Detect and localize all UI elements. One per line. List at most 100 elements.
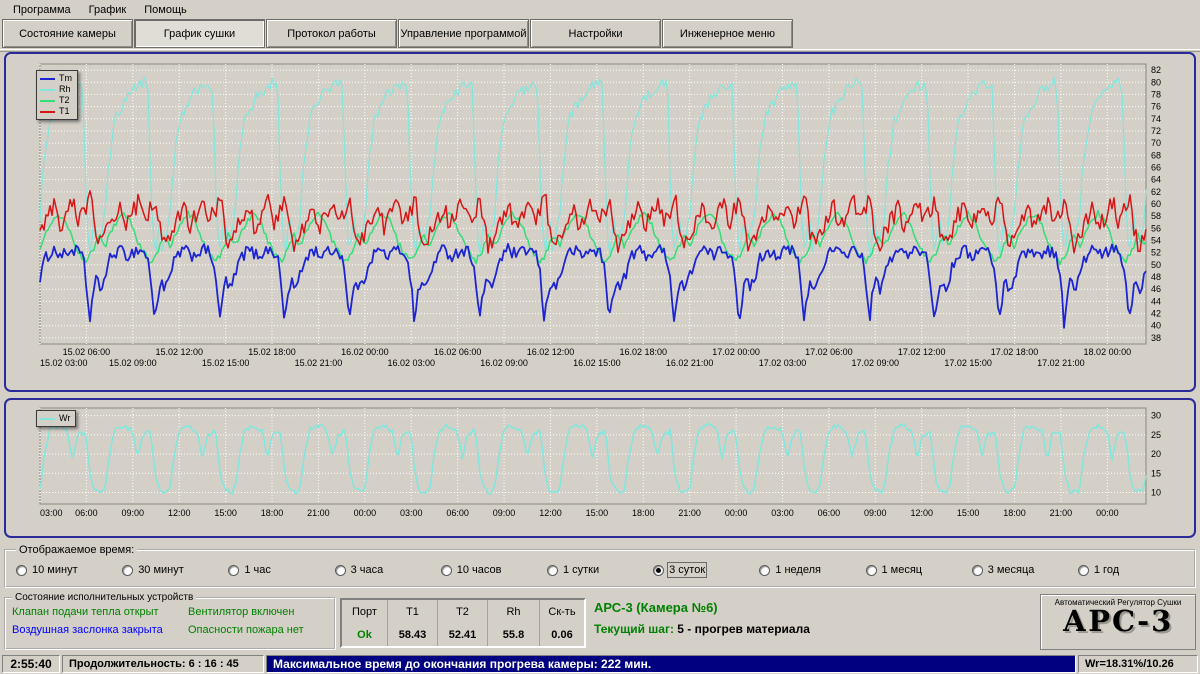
svg-text:16.02 06:00: 16.02 06:00 (434, 347, 482, 357)
svg-text:54: 54 (1151, 236, 1161, 246)
svg-text:12:00: 12:00 (910, 508, 933, 518)
reading-value-4: 0.06 (540, 623, 584, 646)
svg-text:17.02 00:00: 17.02 00:00 (712, 347, 760, 357)
tab-engineer-menu[interactable]: Инженерное меню (662, 19, 793, 48)
main-chart-legend: TmRhT2T1 (36, 70, 78, 120)
svg-text:10: 10 (1151, 487, 1161, 497)
svg-text:18:00: 18:00 (632, 508, 655, 518)
time-option-0[interactable]: 10 минут (16, 564, 122, 576)
wr-chart-svg: 101520253003:0006:0009:0012:0015:0018:00… (6, 400, 1194, 536)
time-option-9[interactable]: 3 месяца (972, 564, 1078, 576)
devices-title: Состояние исполнительных устройств (12, 592, 196, 603)
svg-text:09:00: 09:00 (122, 508, 145, 518)
menu-item-help[interactable]: Помощь (135, 2, 196, 18)
legend-label: T2 (59, 95, 70, 106)
status-message: Максимальное время до окончания прогрева… (266, 655, 1076, 673)
svg-text:15.02 03:00: 15.02 03:00 (40, 358, 88, 368)
svg-text:16.02 18:00: 16.02 18:00 (619, 347, 667, 357)
radio-icon (866, 565, 877, 576)
svg-text:66: 66 (1151, 162, 1161, 172)
svg-text:74: 74 (1151, 114, 1161, 124)
svg-text:78: 78 (1151, 89, 1161, 99)
menu-item-chart[interactable]: График (80, 2, 136, 18)
svg-text:82: 82 (1151, 65, 1161, 75)
legend-item-T1: T1 (40, 106, 72, 117)
svg-text:16.02 00:00: 16.02 00:00 (341, 347, 389, 357)
tab-drying-chart[interactable]: График сушки (134, 19, 265, 48)
legend-swatch (40, 78, 55, 80)
radio-label: 1 час (244, 564, 271, 576)
time-option-1[interactable]: 30 минут (122, 564, 228, 576)
menu-bar: Программа График Помощь (0, 0, 1200, 19)
time-option-4[interactable]: 10 часов (441, 564, 547, 576)
svg-text:72: 72 (1151, 126, 1161, 136)
current-step-label: Текущий шаг: (594, 622, 674, 636)
radio-label: 1 год (1094, 564, 1119, 576)
svg-text:68: 68 (1151, 150, 1161, 160)
radio-label: 30 минут (138, 564, 184, 576)
time-range-label: Отображаемое время: (16, 544, 137, 556)
tab-camera-state[interactable]: Состояние камеры (2, 19, 133, 48)
legend-label: Wr (59, 413, 70, 424)
svg-text:56: 56 (1151, 223, 1161, 233)
radio-label: 1 неделя (775, 564, 821, 576)
time-option-7[interactable]: 1 неделя (759, 564, 865, 576)
time-option-2[interactable]: 1 час (228, 564, 334, 576)
svg-text:17.02 18:00: 17.02 18:00 (991, 347, 1039, 357)
svg-text:52: 52 (1151, 248, 1161, 258)
radio-icon (228, 565, 239, 576)
svg-text:17.02 12:00: 17.02 12:00 (898, 347, 946, 357)
svg-text:21:00: 21:00 (678, 508, 701, 518)
svg-text:38: 38 (1151, 333, 1161, 343)
tab-program-control[interactable]: Управление программой (398, 19, 529, 48)
svg-text:15.02 15:00: 15.02 15:00 (202, 358, 250, 368)
svg-text:03:00: 03:00 (771, 508, 794, 518)
reading-value-2: 52.41 (438, 623, 488, 646)
svg-text:03:00: 03:00 (40, 508, 63, 518)
wr-chart-panel: 101520253003:0006:0009:0012:0015:0018:00… (4, 398, 1196, 538)
device-status-2: Воздушная заслонка закрыта (12, 624, 188, 636)
radio-icon (1078, 565, 1089, 576)
camera-info: АРС-3 (Камера №6) Текущий шаг: 5 - прогр… (594, 600, 1024, 636)
svg-text:62: 62 (1151, 187, 1161, 197)
status-bar: 2:55:40 Продолжительность: 6 : 16 : 45 М… (0, 654, 1200, 674)
svg-text:15.02 21:00: 15.02 21:00 (295, 358, 343, 368)
radio-label: 3 часа (351, 564, 384, 576)
svg-text:30: 30 (1151, 411, 1161, 421)
legend-label: Tm (59, 73, 72, 84)
legend-label: Rh (59, 84, 71, 95)
radio-icon (547, 565, 558, 576)
devices-fieldset: Состояние исполнительных устройств Клапа… (4, 592, 336, 650)
svg-text:40: 40 (1151, 321, 1161, 331)
svg-text:58: 58 (1151, 211, 1161, 221)
svg-text:16.02 12:00: 16.02 12:00 (527, 347, 575, 357)
radio-icon (335, 565, 346, 576)
reading-value-1: 58.43 (388, 623, 438, 646)
radio-label: 1 сутки (563, 564, 599, 576)
main-chart-panel: 3840424446485052545658606264666870727476… (4, 52, 1196, 392)
tab-settings[interactable]: Настройки (530, 19, 661, 48)
reading-header-0: Порт (342, 600, 388, 623)
device-status-3: Опасности пожара нет (188, 624, 328, 636)
wr-chart-legend: Wr (36, 410, 76, 427)
legend-item-Tm: Tm (40, 73, 72, 84)
menu-item-program[interactable]: Программа (4, 2, 80, 18)
svg-text:16.02 03:00: 16.02 03:00 (387, 358, 435, 368)
radio-label: 3 месяца (988, 564, 1035, 576)
svg-text:15.02 18:00: 15.02 18:00 (248, 347, 296, 357)
svg-text:15:00: 15:00 (586, 508, 609, 518)
camera-title: АРС-3 (Камера №6) (594, 600, 1024, 615)
svg-text:18.02 00:00: 18.02 00:00 (1084, 347, 1132, 357)
time-option-6[interactable]: 3 суток (653, 564, 759, 576)
legend-swatch (40, 418, 55, 420)
time-option-8[interactable]: 1 месяц (866, 564, 972, 576)
svg-text:50: 50 (1151, 260, 1161, 270)
time-option-10[interactable]: 1 год (1078, 564, 1184, 576)
tab-work-protocol[interactable]: Протокол работы (266, 19, 397, 48)
reading-header-4: Ск-ть (540, 600, 584, 623)
time-option-5[interactable]: 1 сутки (547, 564, 653, 576)
current-step-value: 5 - прогрев материала (674, 622, 810, 636)
time-option-3[interactable]: 3 часа (335, 564, 441, 576)
svg-text:06:00: 06:00 (75, 508, 98, 518)
svg-text:00:00: 00:00 (1096, 508, 1119, 518)
